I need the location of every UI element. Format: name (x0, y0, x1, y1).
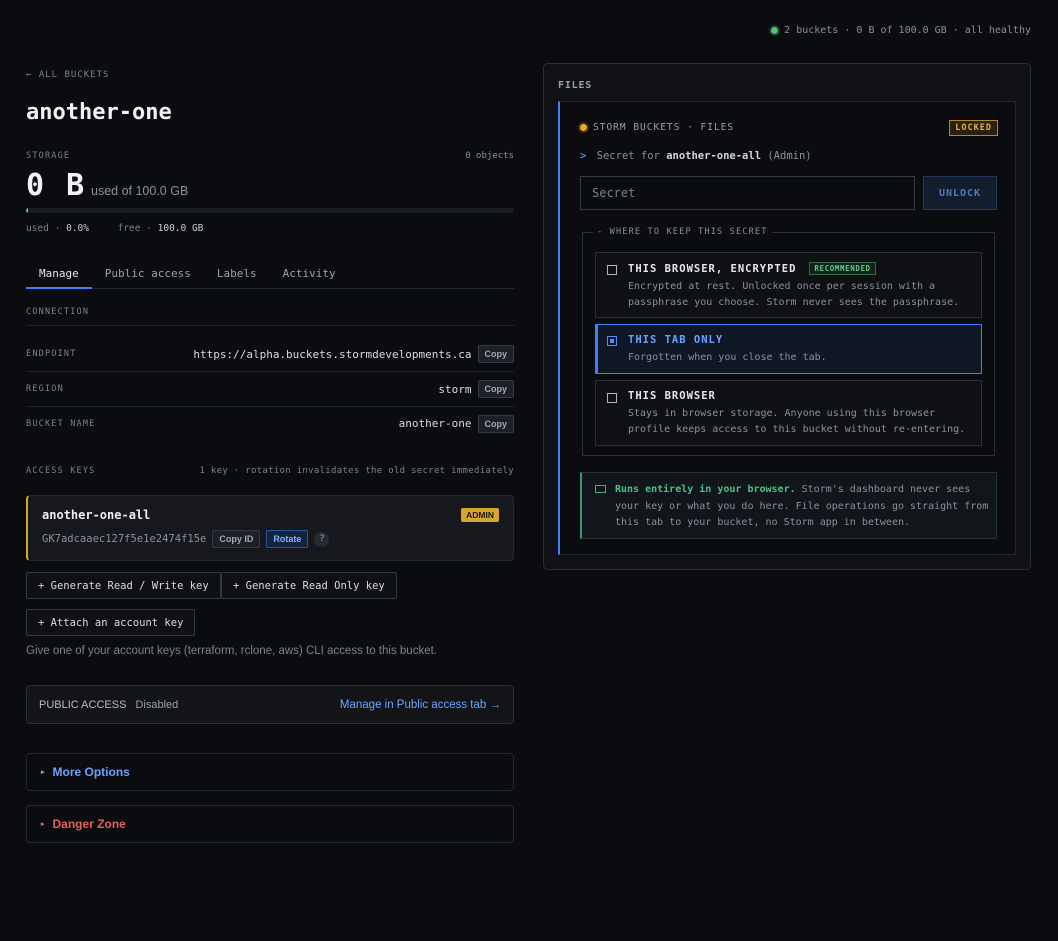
storage-used-value: 0 B (26, 168, 87, 203)
files-panel-title: FILES (558, 80, 593, 91)
access-key-name: another-one-all (42, 508, 151, 522)
endpoint-row: ENDPOINT https://alpha.buckets.stormdeve… (26, 337, 514, 372)
endpoint-value: https://alpha.buckets.stormdevelopments.… (193, 347, 472, 361)
access-keys-header: ACCESS KEYS 1 key · rotation invalidates… (26, 466, 514, 476)
bucket-name-label: BUCKET NAME (26, 418, 96, 429)
secret-prompt: > Secret for another-one-all (Admin) (580, 150, 812, 162)
public-access-state: Disabled (135, 698, 179, 711)
admin-badge: ADMIN (461, 508, 499, 522)
danger-zone-label: Danger Zone (52, 817, 126, 831)
unlock-button[interactable]: UNLOCK (923, 176, 997, 210)
used-percent: 0.0% (66, 223, 89, 234)
option-title: THIS BROWSER (628, 390, 716, 402)
secret-storage-legend: - WHERE TO KEEP THIS SECRET (593, 227, 772, 237)
page-title: another-one (26, 100, 172, 125)
storage-progress-bar (26, 208, 514, 213)
used-label: used · (26, 223, 61, 234)
access-keys-heading: ACCESS KEYS (26, 466, 96, 476)
notice-bold: Runs entirely in your browser. (615, 484, 796, 495)
option-tab-only[interactable]: THIS TAB ONLY Forgotten when you close t… (595, 324, 982, 374)
recommended-badge: RECOMMENDED (809, 262, 876, 275)
connection-heading: CONNECTION (26, 307, 514, 326)
copy-key-id-button[interactable]: Copy ID (212, 530, 261, 548)
option-title: THIS TAB ONLY (628, 334, 724, 346)
browser-only-notice-text: Runs entirely in your browser. Storm's d… (615, 482, 991, 532)
generate-read-only-key-button[interactable]: + Generate Read Only key (221, 572, 397, 599)
browser-only-notice: Runs entirely in your browser. Storm's d… (580, 472, 997, 539)
prompt-icon: > (580, 150, 587, 162)
region-row: REGION storm Copy (26, 372, 514, 407)
files-panel: FILES STORM BUCKETS · FILES LOCKED > Sec… (543, 63, 1031, 570)
copy-bucket-name-button[interactable]: Copy (477, 414, 514, 433)
option-browser[interactable]: THIS BROWSER Stays in browser storage. A… (595, 380, 982, 446)
help-icon[interactable]: ? (314, 531, 330, 547)
tab-public-access[interactable]: Public access (92, 262, 204, 289)
secret-for-key: another-one-all (666, 150, 762, 162)
access-key-id: GK7adcaaec127f5e1e2474f15e (42, 533, 207, 545)
manage-public-access-link[interactable]: Manage in Public access tab → (340, 699, 501, 711)
storage-used-of: used of 100.0 GB (91, 184, 189, 198)
access-key-card: another-one-all ADMIN GK7adcaaec127f5e1e… (26, 495, 514, 561)
public-access-label: PUBLIC ACCESS (39, 698, 127, 711)
storage-usage-summary: used · 0.0% free · 100.0 GB (26, 223, 203, 234)
bucket-name-row: BUCKET NAME another-one Copy (26, 406, 514, 441)
rotate-key-button[interactable]: Rotate (266, 530, 309, 548)
health-status-text: 2 buckets · 0 B of 100.0 GB · all health… (784, 25, 1031, 36)
secret-for-post: (Admin) (767, 150, 812, 162)
generate-read-write-key-button[interactable]: + Generate Read / Write key (26, 572, 221, 599)
access-key-id-row: GK7adcaaec127f5e1e2474f15e Copy ID Rotat… (42, 530, 330, 548)
tab-labels[interactable]: Labels (204, 262, 270, 289)
caret-right-icon: ▸ (41, 769, 45, 776)
health-status: 2 buckets · 0 B of 100.0 GB · all health… (771, 25, 1031, 36)
free-value: 100.0 GB (157, 223, 204, 234)
locked-badge: LOCKED (949, 120, 998, 136)
more-options-label: More Options (52, 765, 130, 779)
checkbox-icon[interactable] (607, 393, 617, 403)
tab-manage[interactable]: Manage (26, 262, 92, 289)
secret-for-pre: Secret for (596, 150, 660, 162)
status-dot-icon (771, 27, 779, 34)
files-header-text: STORM BUCKETS · FILES (593, 122, 735, 133)
region-value: storm (438, 382, 472, 396)
attach-key-hint: Give one of your account keys (terraform… (26, 645, 437, 657)
bucket-name-value: another-one (398, 417, 472, 430)
option-browser-encrypted[interactable]: THIS BROWSER, ENCRYPTED RECOMMENDED Encr… (595, 252, 982, 318)
storage-progress-fill (26, 208, 28, 213)
option-description: Forgotten when you close the tab. (628, 352, 827, 363)
secret-storage-options: - WHERE TO KEEP THIS SECRET THIS BROWSER… (582, 227, 995, 456)
terminal-icon (595, 485, 606, 493)
tab-activity[interactable]: Activity (270, 262, 349, 289)
attach-account-key-button[interactable]: + Attach an account key (26, 609, 196, 636)
checkbox-icon[interactable] (607, 265, 617, 275)
more-options-toggle[interactable]: ▸ More Options (26, 753, 514, 791)
secret-input[interactable] (580, 176, 915, 210)
object-count: 0 objects (465, 151, 514, 161)
caret-right-icon: ▸ (41, 821, 45, 828)
files-header: STORM BUCKETS · FILES (580, 122, 734, 133)
option-title: THIS BROWSER, ENCRYPTED (628, 262, 797, 275)
copy-endpoint-button[interactable]: Copy (477, 345, 514, 363)
danger-zone-toggle[interactable]: ▸ Danger Zone (26, 805, 514, 843)
checkbox-checked-icon[interactable] (607, 336, 617, 346)
endpoint-label: ENDPOINT (26, 349, 77, 359)
option-description: Encrypted at rest. Unlocked once per ses… (628, 281, 960, 308)
files-unlock-box: STORM BUCKETS · FILES LOCKED > Secret fo… (558, 101, 1016, 555)
option-description: Stays in browser storage. Anyone using t… (628, 408, 966, 435)
free-label: free · (117, 223, 152, 234)
access-keys-note: 1 key · rotation invalidates the old sec… (199, 466, 514, 476)
region-label: REGION (26, 384, 64, 394)
bucket-tabs: Manage Public access Labels Activity (26, 262, 514, 289)
copy-region-button[interactable]: Copy (477, 380, 514, 398)
back-to-all-buckets-link[interactable]: ← ALL BUCKETS (26, 70, 109, 80)
locked-status-dot-icon (580, 124, 587, 131)
public-access-summary: PUBLIC ACCESS Disabled Manage in Public … (26, 685, 514, 724)
